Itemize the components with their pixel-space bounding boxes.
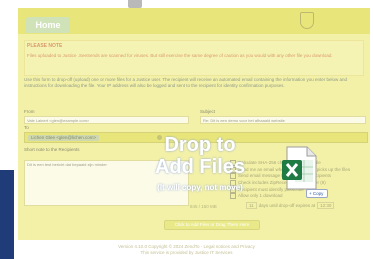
notice-text: Files uploaded to Justice .SeeSends are … <box>27 53 333 58</box>
page-header: Home <box>18 8 370 34</box>
dropoff-page: Home PLEASE NOTE Files uploaded to Justi… <box>18 8 370 240</box>
from-label: From <box>24 109 35 114</box>
option-single-download[interactable]: Allow only 1 download <box>230 193 370 200</box>
top-tab-handle <box>128 0 142 8</box>
expire-days-input[interactable]: 11 <box>246 202 257 209</box>
add-files-button[interactable]: Click to Add Files or Drag Them Here <box>164 220 260 230</box>
expire-row: 11 days until drop-off expires at 12:30 <box>246 202 335 209</box>
subject-field[interactable]: Re: Dit is een demo voor het afhaaald we… <box>200 116 366 124</box>
expire-time-input[interactable]: 12:30 <box>317 202 335 209</box>
page-footer: Version 4.10.0 Copyright © 2024 ZendTo -… <box>0 244 373 256</box>
upload-size: 845 / 150 MB <box>190 204 217 209</box>
drop-title: Drop to Add Files <box>154 134 245 178</box>
drop-subtitle: (It will copy, not move) <box>157 183 243 192</box>
note-label: Short note to the Recipients <box>24 147 80 152</box>
notice-box: PLEASE NOTE Files uploaded to Justice .S… <box>24 40 364 76</box>
footer-provider: This service is provided by Justice IT S… <box>140 250 233 255</box>
excel-file-icon <box>282 146 317 190</box>
from-field[interactable]: Vale Lainert <glen@example.com> <box>24 116 189 124</box>
copy-badge: + Copy <box>306 189 328 198</box>
checkbox[interactable] <box>230 193 236 200</box>
recipient-chip[interactable]: Lichen Glee <glen@lichen.com> <box>28 135 100 141</box>
subject-label: Subject <box>200 109 216 114</box>
home-tab[interactable]: Home <box>26 17 70 33</box>
notice-title: PLEASE NOTE <box>27 43 63 49</box>
to-label: To <box>24 125 29 130</box>
expire-text: days until drop-off expires at <box>258 203 316 208</box>
intro-text: Use this form to drop-off (upload) one o… <box>24 77 348 88</box>
crest-icon <box>300 12 314 29</box>
